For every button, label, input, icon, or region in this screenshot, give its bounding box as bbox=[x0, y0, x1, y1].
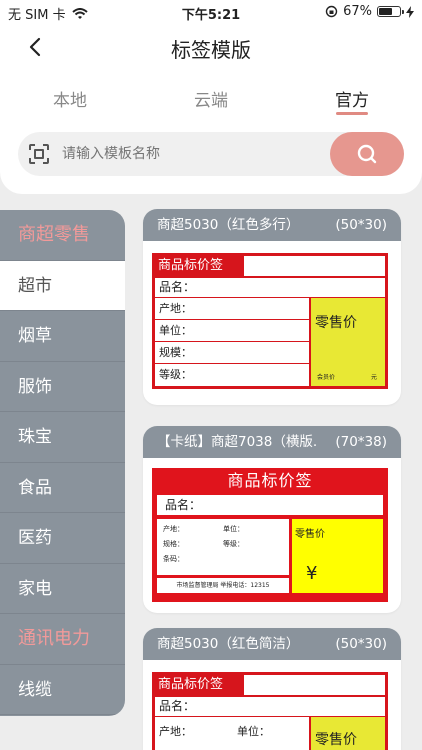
label-name-field: 品名： bbox=[155, 278, 385, 298]
search-bar bbox=[18, 132, 404, 176]
label-preview: 商品标价签 品名： 产地： 单位： 零售价 bbox=[152, 672, 388, 750]
search-input[interactable] bbox=[62, 142, 332, 166]
label-field: 单位： bbox=[237, 725, 270, 738]
sidebar-group-retail[interactable]: 商超零售 bbox=[0, 210, 125, 261]
label-member-price: 会员价 bbox=[317, 374, 336, 381]
sidebar-item-clothing[interactable]: 服饰 bbox=[0, 362, 125, 412]
sidebar-item-cables[interactable]: 线缆 bbox=[0, 665, 125, 715]
page-title: 标签模版 bbox=[171, 38, 251, 62]
template-card[interactable]: 商超5030（红色简洁） (50*30) 商品标价签 品名： 产地： 单位： 零… bbox=[143, 628, 401, 750]
template-card-header: 【卡纸】商超7038（横版. (70*38) bbox=[143, 426, 401, 458]
template-card-header: 商超5030（红色多行） (50*30) bbox=[143, 209, 401, 241]
status-right: 67% bbox=[325, 4, 414, 19]
sidebar-item-jewelry[interactable]: 珠宝 bbox=[0, 412, 125, 463]
label-preview: 商品标价签 品名： 产地： 单位： 规模： 等级： 零售价 会员价 元 bbox=[152, 253, 388, 389]
sidebar-item-medicine[interactable]: 医药 bbox=[0, 513, 125, 564]
label-price-title: 零售价 bbox=[295, 529, 325, 540]
label-title-row: 商品标价签 bbox=[155, 675, 385, 697]
label-title: 商品标价签 bbox=[155, 675, 244, 695]
template-size: (50*30) bbox=[335, 636, 387, 652]
tab-cloud[interactable]: 云端 bbox=[171, 86, 251, 111]
template-card[interactable]: 【卡纸】商超7038（横版. (70*38) 商品标价签 品名： 产地： 规格：… bbox=[143, 426, 401, 613]
sidebar-item-appliances[interactable]: 家电 bbox=[0, 564, 125, 614]
battery-icon bbox=[377, 6, 404, 17]
label-field: 产地： bbox=[163, 525, 184, 533]
category-sidebar: 商超零售 超市 烟草 服饰 珠宝 食品 医药 家电 通讯电力 线缆 bbox=[0, 210, 125, 716]
tab-active-indicator bbox=[336, 112, 368, 115]
label-name-field: 品名： bbox=[157, 495, 383, 515]
label-field: 单位： bbox=[223, 525, 244, 533]
sidebar-item-food[interactable]: 食品 bbox=[0, 463, 125, 513]
battery-level bbox=[379, 8, 392, 15]
battery-cap bbox=[402, 10, 404, 14]
label-currency: ¥ bbox=[306, 563, 318, 584]
template-name: 商超5030（红色多行） bbox=[157, 217, 300, 233]
label-price-title: 零售价 bbox=[315, 732, 357, 748]
search-icon bbox=[357, 144, 377, 164]
label-field: 等级： bbox=[223, 540, 244, 548]
label-price-box: 零售价 会员价 元 bbox=[309, 298, 385, 386]
search-button[interactable] bbox=[330, 132, 404, 176]
status-bar: 无 SIM 卡 下午5:21 67% bbox=[0, 0, 422, 24]
label-name-field: 品名： bbox=[155, 697, 385, 717]
tab-official[interactable]: 官方 bbox=[312, 86, 392, 111]
charging-icon bbox=[406, 5, 414, 18]
label-field: 等级： bbox=[159, 368, 192, 381]
template-name: 商超5030（红色简洁） bbox=[157, 636, 300, 652]
template-size: (50*30) bbox=[335, 217, 387, 233]
nav-bar: 标签模版 bbox=[0, 28, 422, 64]
sidebar-item-supermarket[interactable]: 超市 bbox=[0, 260, 125, 311]
label-field: 单位： bbox=[155, 320, 309, 342]
label-title: 商品标价签 bbox=[227, 471, 313, 490]
label-price-box: 零售价 ¥ bbox=[292, 519, 383, 593]
scan-icon[interactable] bbox=[28, 143, 50, 165]
label-unit: 元 bbox=[370, 374, 377, 381]
label-info-box: 产地： 规格： 条码： 单位： 等级： bbox=[157, 519, 289, 575]
label-price-title: 零售价 bbox=[315, 315, 357, 331]
tab-local[interactable]: 本地 bbox=[30, 86, 110, 111]
label-title: 商品标价签 bbox=[155, 256, 244, 276]
sidebar-group-telecom[interactable]: 通讯电力 bbox=[0, 614, 125, 665]
template-tabs: 本地 云端 官方 bbox=[0, 86, 422, 116]
header-card: 无 SIM 卡 下午5:21 67% 标签模版 本地 云端 官方 请输入模板名称 bbox=[0, 0, 422, 194]
battery-percent: 67% bbox=[343, 4, 372, 19]
orientation-lock-icon bbox=[325, 5, 338, 18]
label-price-box: 零售价 bbox=[309, 717, 385, 750]
template-size: (70*38) bbox=[335, 434, 387, 450]
label-field: 产地： bbox=[159, 725, 192, 738]
label-field: 产地： bbox=[155, 298, 309, 320]
label-field: 规模： bbox=[155, 342, 309, 364]
sidebar-item-tobacco[interactable]: 烟草 bbox=[0, 311, 125, 362]
label-title-row: 商品标价签 bbox=[155, 256, 385, 278]
label-preview: 商品标价签 品名： 产地： 规格： 条码： 单位： 等级： 零售价 ¥ 市场监督… bbox=[152, 468, 388, 602]
template-name: 【卡纸】商超7038（横版. bbox=[157, 434, 318, 450]
label-field: 规格： bbox=[163, 540, 184, 548]
label-field: 条码： bbox=[163, 555, 184, 563]
template-card-header: 商超5030（红色简洁） (50*30) bbox=[143, 628, 401, 660]
template-card[interactable]: 商超5030（红色多行） (50*30) 商品标价签 品名： 产地： 单位： 规… bbox=[143, 209, 401, 405]
label-footer: 市场监督管理局 举报电话：12315 bbox=[157, 578, 289, 593]
